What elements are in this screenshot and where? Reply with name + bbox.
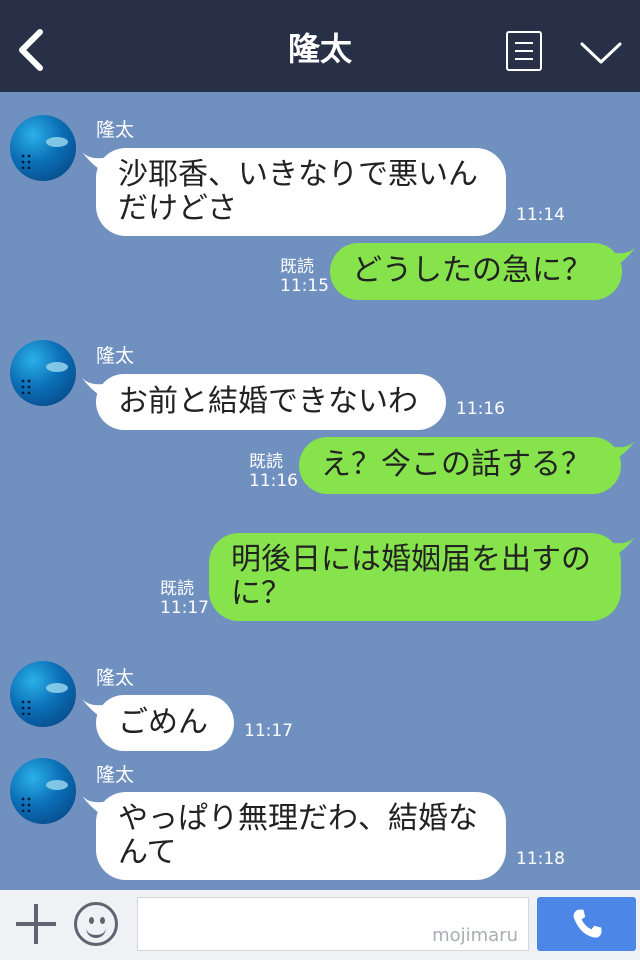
message-time: 11:14 [516,205,565,225]
smiley-icon[interactable] [74,902,118,946]
chat-header: 隆太 [0,0,640,92]
message-time: 11:16 [249,471,298,491]
call-button[interactable] [537,897,636,951]
read-receipt: 既読 11:17 [160,580,209,618]
message-line: やっぱり無理だわ、結婚な [118,801,478,836]
message-bubble[interactable]: え？今この話する？ [299,437,635,494]
avatar[interactable] [10,661,76,727]
read-receipt: 既読 11:15 [280,258,329,296]
message-line: 明後日には婚姻届を出すの [231,542,591,577]
message-line: だけどさ [118,191,238,226]
avatar[interactable] [10,340,76,406]
message-bubble[interactable]: やっぱり無理だわ、結婚な んて [82,792,506,880]
message-time: 11:16 [456,399,505,419]
message-bubble[interactable]: ごめん [82,695,234,751]
avatar[interactable] [10,115,76,181]
message-line: に？ [231,576,291,611]
message-bubble[interactable]: どうしたの急に？ [330,243,636,300]
message-time: 11:17 [244,721,293,741]
sender-name: 隆太 [96,119,135,141]
watermark: mojimaru [432,925,518,946]
message-line: お前と結婚できないわ [118,384,418,419]
message-time: 11:15 [280,276,329,296]
message-time: 11:17 [160,598,209,618]
message-line: んて [118,835,177,870]
message-bubble[interactable]: 明後日には婚姻届を出すの に？ [209,533,635,621]
phone-icon [573,909,602,938]
read-label: 既読 [249,452,283,472]
chevron-down-icon[interactable] [578,38,624,66]
message-line: どうしたの急に？ [352,253,592,288]
read-label: 既読 [160,579,194,599]
sender-name: 隆太 [96,667,135,689]
message-input[interactable]: mojimaru [137,897,529,951]
message-time: 11:18 [516,849,565,869]
message-bubble[interactable]: お前と結婚できないわ [82,374,446,430]
chat-area[interactable]: 隆太 沙耶香、いきなりで悪いん だけどさ 11:14 既読 11:15 どうした… [0,92,640,890]
avatar[interactable] [10,758,76,824]
message-line: 沙耶香、いきなりで悪いん [118,157,478,192]
read-label: 既読 [280,257,314,277]
sender-name: 隆太 [96,345,135,367]
plus-icon[interactable] [16,904,56,944]
read-receipt: 既読 11:16 [249,453,298,491]
list-icon[interactable] [506,31,542,71]
message-line: え？今この話する？ [321,447,591,482]
message-bubble[interactable]: 沙耶香、いきなりで悪いん だけどさ [82,148,506,236]
sender-name: 隆太 [96,764,135,786]
chat-title: 隆太 [287,30,352,68]
message-line: ごめん [118,705,208,740]
